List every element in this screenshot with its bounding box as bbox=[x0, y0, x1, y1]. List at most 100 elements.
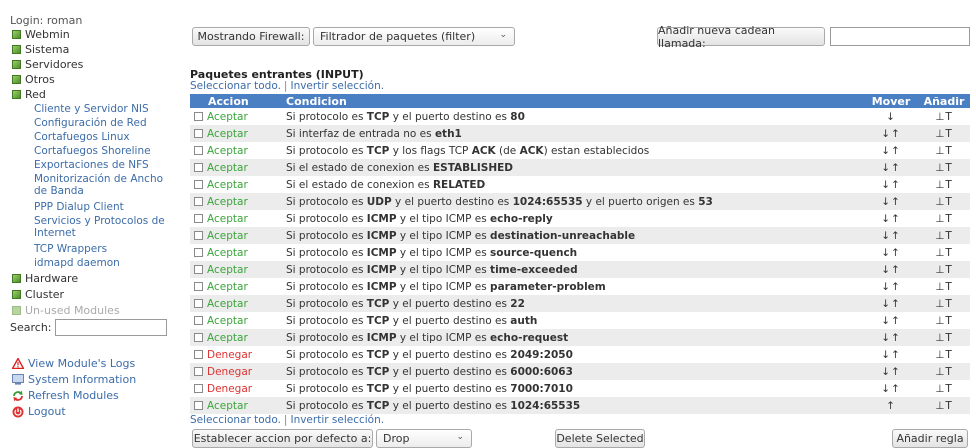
add-before-icon[interactable]: T bbox=[945, 196, 952, 208]
add-before-icon[interactable]: T bbox=[945, 383, 952, 395]
row-checkbox[interactable] bbox=[194, 163, 203, 172]
rule-action-link[interactable]: Aceptar bbox=[207, 213, 248, 225]
move-down-icon[interactable]: ↓ bbox=[881, 145, 891, 157]
add-after-icon[interactable]: ⊥ bbox=[935, 179, 945, 191]
sidebar-item-internet-services[interactable]: Servicios y Protocolos de Internet bbox=[34, 215, 168, 239]
rule-action-link[interactable]: Aceptar bbox=[207, 332, 248, 344]
move-up-icon[interactable]: ↑ bbox=[891, 315, 901, 327]
move-up-icon[interactable]: ↑ bbox=[891, 145, 901, 157]
add-after-icon[interactable]: ⊥ bbox=[935, 349, 945, 361]
row-checkbox[interactable] bbox=[194, 129, 203, 138]
move-up-icon[interactable]: ↑ bbox=[891, 179, 901, 191]
sidebar-item-idmapd[interactable]: idmapd daemon bbox=[34, 257, 174, 269]
add-before-icon[interactable]: T bbox=[945, 315, 952, 327]
row-checkbox[interactable] bbox=[194, 112, 203, 121]
row-checkbox[interactable] bbox=[194, 248, 203, 257]
row-checkbox[interactable] bbox=[194, 384, 203, 393]
sidebar-item-bandwidth-monitoring[interactable]: Monitorización de Ancho de Banda bbox=[34, 173, 168, 197]
rule-action-link[interactable]: Aceptar bbox=[207, 264, 248, 276]
add-before-icon[interactable]: T bbox=[945, 230, 952, 242]
row-checkbox[interactable] bbox=[194, 350, 203, 359]
move-down-icon[interactable]: ↓ bbox=[881, 315, 891, 327]
move-up-icon[interactable]: ↑ bbox=[891, 247, 901, 259]
move-up-icon[interactable]: ↑ bbox=[891, 332, 901, 344]
row-checkbox[interactable] bbox=[194, 333, 203, 342]
row-checkbox[interactable] bbox=[194, 146, 203, 155]
add-after-icon[interactable]: ⊥ bbox=[935, 298, 945, 310]
sidebar-item-network-config[interactable]: Configuración de Red bbox=[34, 117, 174, 129]
rule-action-link[interactable]: Aceptar bbox=[207, 145, 248, 157]
add-after-icon[interactable]: ⊥ bbox=[935, 366, 945, 378]
row-checkbox[interactable] bbox=[194, 197, 203, 206]
add-after-icon[interactable]: ⊥ bbox=[935, 400, 945, 412]
add-after-icon[interactable]: ⊥ bbox=[935, 128, 945, 140]
default-action-select[interactable]: Drop ⌄ bbox=[376, 429, 472, 448]
add-before-icon[interactable]: T bbox=[945, 128, 952, 140]
add-after-icon[interactable]: ⊥ bbox=[935, 230, 945, 242]
category-red[interactable]: Red bbox=[12, 88, 46, 101]
move-down-icon[interactable]: ↓ bbox=[881, 366, 891, 378]
rule-action-link[interactable]: Aceptar bbox=[207, 281, 248, 293]
move-up-icon[interactable]: ↑ bbox=[891, 196, 901, 208]
category-cluster[interactable]: Cluster bbox=[12, 288, 64, 301]
add-after-icon[interactable]: ⊥ bbox=[935, 111, 945, 123]
add-after-icon[interactable]: ⊥ bbox=[935, 383, 945, 395]
select-all-link[interactable]: Seleccionar todo. bbox=[190, 414, 281, 426]
move-up-icon[interactable]: ↑ bbox=[891, 349, 901, 361]
add-after-icon[interactable]: ⊥ bbox=[935, 332, 945, 344]
add-before-icon[interactable]: T bbox=[945, 247, 952, 259]
set-default-action-button[interactable]: Establecer accion por defecto a: bbox=[192, 429, 373, 448]
add-before-icon[interactable]: T bbox=[945, 111, 952, 123]
rule-action-link[interactable]: Aceptar bbox=[207, 298, 248, 310]
rule-action-link[interactable]: Aceptar bbox=[207, 162, 248, 174]
category-sistema[interactable]: Sistema bbox=[12, 43, 69, 56]
add-before-icon[interactable]: T bbox=[945, 179, 952, 191]
sidebar-item-linux-firewall[interactable]: Cortafuegos Linux bbox=[34, 131, 174, 143]
move-down-icon[interactable]: ↓ bbox=[881, 383, 891, 395]
move-down-icon[interactable]: ↓ bbox=[881, 162, 891, 174]
logout-link[interactable]: Logout bbox=[12, 405, 66, 418]
add-before-icon[interactable]: T bbox=[945, 298, 952, 310]
sidebar-item-tcp-wrappers[interactable]: TCP Wrappers bbox=[34, 243, 174, 255]
add-rule-button[interactable]: Añadir regla bbox=[892, 429, 968, 448]
move-down-icon[interactable]: ↓ bbox=[881, 298, 891, 310]
sidebar-item-ppp-dialup[interactable]: PPP Dialup Client bbox=[34, 201, 174, 213]
add-after-icon[interactable]: ⊥ bbox=[935, 247, 945, 259]
move-down-icon[interactable]: ↓ bbox=[881, 349, 891, 361]
add-after-icon[interactable]: ⊥ bbox=[935, 196, 945, 208]
move-up-icon[interactable]: ↑ bbox=[891, 230, 901, 242]
add-before-icon[interactable]: T bbox=[945, 281, 952, 293]
move-down-icon[interactable]: ↓ bbox=[886, 111, 896, 123]
refresh-modules-link[interactable]: Refresh Modules bbox=[12, 389, 119, 402]
move-down-icon[interactable]: ↓ bbox=[881, 128, 891, 140]
table-select[interactable]: Filtrador de paquetes (filter) ⌄ bbox=[313, 27, 515, 46]
row-checkbox[interactable] bbox=[194, 316, 203, 325]
rule-action-link[interactable]: Aceptar bbox=[207, 247, 248, 259]
show-firewall-button[interactable]: Mostrando Firewall: bbox=[192, 27, 310, 46]
add-before-icon[interactable]: T bbox=[945, 366, 952, 378]
rule-action-link[interactable]: Aceptar bbox=[207, 196, 248, 208]
add-chain-button[interactable]: Añadir nueva cadean llamada: bbox=[657, 24, 825, 50]
invert-selection-link[interactable]: Invertir selección. bbox=[290, 80, 384, 92]
move-up-icon[interactable]: ↑ bbox=[891, 162, 901, 174]
select-all-link[interactable]: Seleccionar todo. bbox=[190, 80, 281, 92]
row-checkbox[interactable] bbox=[194, 401, 203, 410]
move-down-icon[interactable]: ↓ bbox=[881, 230, 891, 242]
move-up-icon[interactable]: ↑ bbox=[891, 128, 901, 140]
category-otros[interactable]: Otros bbox=[12, 73, 55, 86]
row-checkbox[interactable] bbox=[194, 367, 203, 376]
move-up-icon[interactable]: ↑ bbox=[891, 213, 901, 225]
chain-name-input[interactable] bbox=[830, 27, 970, 46]
rule-action-link[interactable]: Aceptar bbox=[207, 230, 248, 242]
rule-action-link[interactable]: Aceptar bbox=[207, 315, 248, 327]
delete-selected-button[interactable]: Delete Selected bbox=[555, 429, 645, 448]
move-down-icon[interactable]: ↓ bbox=[881, 264, 891, 276]
add-before-icon[interactable]: T bbox=[945, 213, 952, 225]
sidebar-item-shoreline-firewall[interactable]: Cortafuegos Shoreline bbox=[34, 145, 174, 157]
move-down-icon[interactable]: ↓ bbox=[881, 247, 891, 259]
add-after-icon[interactable]: ⊥ bbox=[935, 213, 945, 225]
rule-action-link[interactable]: Denegar bbox=[207, 349, 252, 361]
move-up-icon[interactable]: ↑ bbox=[886, 400, 896, 412]
system-information-link[interactable]: System Information bbox=[12, 373, 136, 386]
rule-action-link[interactable]: Denegar bbox=[207, 383, 252, 395]
